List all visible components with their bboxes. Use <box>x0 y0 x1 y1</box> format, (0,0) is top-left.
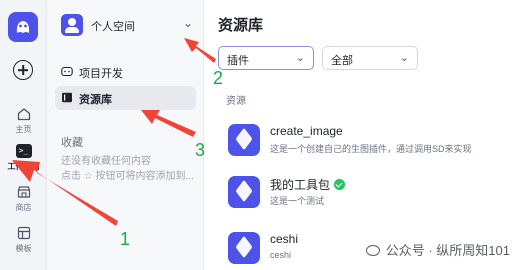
home-icon <box>17 108 30 121</box>
watermark: 公众号 · 纵所周知101 <box>365 240 510 259</box>
rail-item-store[interactable]: 商店 <box>0 181 47 223</box>
rail-item-template[interactable]: 模板 <box>0 222 47 264</box>
resource-desc: 这是一个测试 <box>270 196 325 206</box>
book-icon <box>62 92 72 103</box>
app-logo-icon[interactable] <box>8 12 38 42</box>
gamepad-icon <box>61 66 73 77</box>
plugin-cube-icon <box>228 232 260 264</box>
resource-row[interactable]: 我的工具包 这是一个测试 <box>218 170 518 218</box>
resource-name: ceshi <box>270 232 299 246</box>
chevron-down-icon: ⌄ <box>182 16 193 30</box>
template-icon <box>17 226 30 240</box>
create-button[interactable] <box>13 60 33 80</box>
space-name: 个人空间 <box>91 21 135 33</box>
nav-item-label: 资源库 <box>79 94 112 106</box>
chevron-down-icon: ⌄ <box>295 52 305 64</box>
resource-desc: 这是一个创建自己的生图插件，通过调用SD来实现 <box>270 144 472 154</box>
space-avatar <box>61 14 83 36</box>
scope-filter-value: 全部 <box>331 55 353 67</box>
watermark-text: 公众号 · 纵所周知101 <box>385 243 510 258</box>
rail-item-label: 商店 <box>15 203 32 212</box>
rail-item-home[interactable]: 主页 <box>0 103 47 145</box>
resource-name: 我的工具包 <box>270 178 331 192</box>
annotation-number-3: 3 <box>195 140 206 160</box>
icon-rail: 主页 >_ 工作空间 商店 模板 <box>0 0 47 270</box>
rail-item-workspace[interactable]: >_ 工作空间 <box>0 140 47 182</box>
section-label: 资源 <box>226 96 246 107</box>
verified-check-icon <box>334 179 346 190</box>
favorites-empty-text: 还没有收藏任何内容 点击 ☆ 按钮可将内容添加到... <box>61 156 194 182</box>
wechat-icon <box>365 245 380 256</box>
store-icon <box>17 186 30 198</box>
space-switcher[interactable]: 个人空间 ⌄ <box>59 14 195 38</box>
page-title: 资源库 <box>218 17 264 34</box>
nav-item-resource-library[interactable]: 资源库 <box>55 86 196 110</box>
chevron-down-icon: ⌄ <box>399 52 409 64</box>
nav-item-label: 项目开发 <box>79 68 123 80</box>
rail-item-label: 主页 <box>15 125 32 134</box>
resource-name: create_image <box>270 124 343 138</box>
resource-desc: ceshi <box>270 250 292 260</box>
type-filter-select[interactable]: 插件 ⌄ <box>218 46 314 70</box>
main-panel: 资源库 插件 ⌄ 全部 ⌄ 资源 create_image 这是一个创建自己的生… <box>204 0 518 270</box>
terminal-icon: >_ <box>15 144 32 158</box>
annotation-number-1: 1 <box>120 229 131 249</box>
scope-filter-select[interactable]: 全部 ⌄ <box>322 46 418 70</box>
favorites-title: 收藏 <box>61 137 83 149</box>
plugin-cube-icon <box>228 176 260 208</box>
resource-name-wrap: 我的工具包 <box>270 176 346 193</box>
resource-row[interactable]: create_image 这是一个创建自己的生图插件，通过调用SD来实现 <box>218 118 518 166</box>
nav-item-project-dev[interactable]: 项目开发 <box>55 60 196 84</box>
annotation-number-2: 2 <box>213 68 224 88</box>
plugin-cube-icon <box>228 124 260 156</box>
rail-item-label: 模板 <box>15 244 32 253</box>
rail-item-label: 工作空间 <box>7 162 40 171</box>
type-filter-value: 插件 <box>227 55 249 67</box>
